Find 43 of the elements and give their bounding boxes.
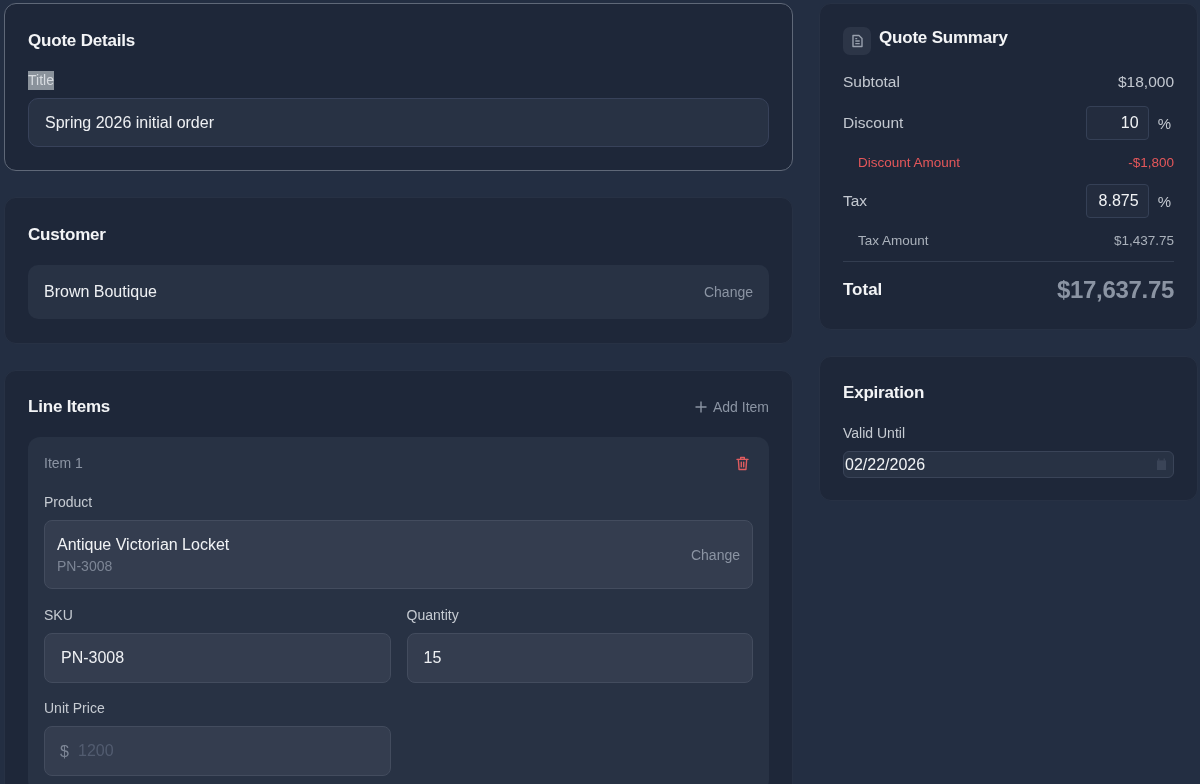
text-input[interactable]: PN-3008 — [44, 633, 391, 683]
customer-name: Brown Boutique — [44, 283, 157, 301]
title-input[interactable]: Spring 2026 initial order — [28, 98, 769, 147]
summary-value: -$1,800 — [1128, 154, 1174, 170]
summary-label: Discount Amount — [858, 154, 961, 170]
field-label: Valid Until — [843, 424, 905, 442]
card-title: Quote Summary — [879, 27, 1008, 49]
change-button[interactable]: Change — [690, 546, 740, 563]
field-label: Product — [44, 493, 93, 511]
field-label: Title — [28, 71, 54, 90]
summary-label: Tax Amount — [858, 232, 929, 248]
field-label: Unit Price — [44, 699, 105, 717]
product-name: Antique Victorian Locket — [57, 534, 230, 555]
field-label: Quantity — [406, 606, 459, 624]
card-title: Expiration — [843, 382, 925, 404]
summary-value: $18,000 — [1117, 73, 1174, 91]
total-value: $17,637.75 — [1056, 276, 1174, 304]
customer-selector[interactable]: Brown Boutique Change — [28, 265, 769, 319]
currency-prefix: $ — [60, 743, 69, 761]
product-code: PN-3008 — [57, 556, 113, 575]
card-title: Line Items — [28, 396, 111, 418]
card-title: Quote Details — [28, 30, 135, 52]
plus-icon — [694, 401, 707, 413]
document-icon — [843, 27, 871, 55]
change-button[interactable]: Change — [703, 284, 753, 300]
total-label: Total — [843, 280, 883, 300]
percent-input[interactable]: 8.875 — [1085, 184, 1149, 218]
summary-value: $1,437.75 — [1113, 232, 1174, 248]
item-label: Item 1 — [44, 455, 83, 471]
delete-button[interactable] — [736, 455, 749, 471]
date-input[interactable]: 02/22/2026 — [843, 451, 1174, 478]
field-label: SKU — [44, 606, 73, 624]
percent-unit: % — [1157, 114, 1171, 132]
trash-icon — [736, 455, 749, 471]
percent-input[interactable]: 10 — [1085, 106, 1149, 140]
product-selector[interactable]: Antique Victorian Locket PN-3008 Change — [44, 520, 753, 589]
add-item-button[interactable]: Add Item — [694, 399, 769, 415]
summary-label: Discount — [843, 114, 904, 132]
card-title: Customer — [28, 224, 106, 246]
summary-label: Tax — [843, 192, 868, 210]
percent-unit: % — [1157, 192, 1171, 210]
text-input[interactable]: 15 — [406, 633, 753, 683]
summary-label: Subtotal — [843, 73, 900, 91]
